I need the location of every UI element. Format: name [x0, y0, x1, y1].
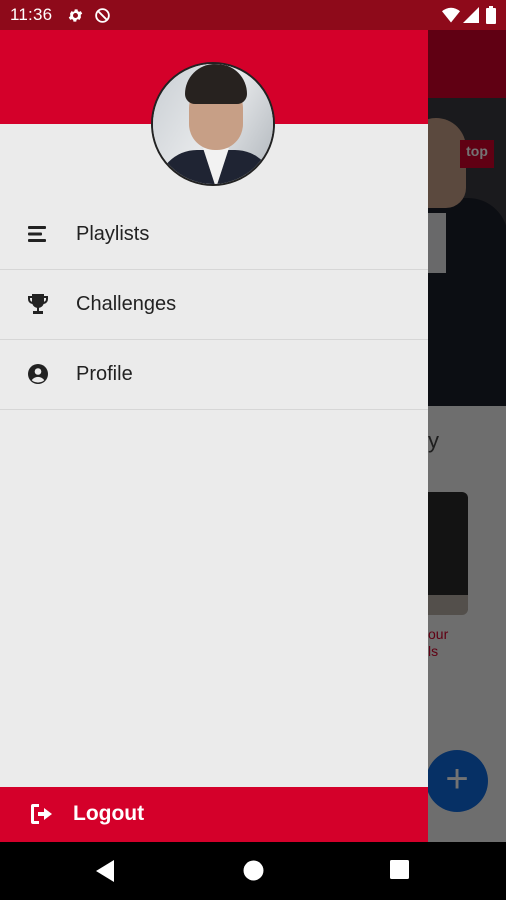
navigation-drawer: Playlists Challenges Profile Logout	[0, 30, 428, 842]
logout-button[interactable]: Logout	[0, 787, 428, 842]
menu-item-profile[interactable]: Profile	[0, 340, 428, 410]
drawer-menu: Playlists Challenges Profile	[0, 200, 428, 410]
recents-icon[interactable]	[390, 860, 409, 879]
menu-item-label: Playlists	[76, 223, 150, 245]
menu-item-playlists[interactable]: Playlists	[0, 200, 428, 270]
no-sync-icon	[95, 8, 110, 23]
trophy-icon	[27, 294, 49, 314]
logout-label: Logout	[73, 802, 145, 825]
status-bar: 11:36	[0, 0, 506, 30]
menu-item-challenges[interactable]: Challenges	[0, 270, 428, 340]
signal-icon	[463, 7, 479, 23]
menu-item-label: Profile	[76, 363, 133, 385]
system-nav-bar	[0, 842, 506, 900]
wifi-icon	[442, 7, 460, 23]
avatar[interactable]	[151, 62, 275, 186]
status-time: 11:36	[10, 5, 53, 24]
account-circle-icon	[28, 364, 48, 384]
menu-item-label: Challenges	[76, 293, 177, 315]
list-icon	[28, 226, 46, 242]
gear-icon	[68, 9, 83, 22]
home-icon[interactable]	[243, 860, 264, 881]
logout-icon	[31, 804, 52, 824]
back-icon[interactable]	[96, 860, 116, 882]
battery-icon	[486, 6, 496, 24]
